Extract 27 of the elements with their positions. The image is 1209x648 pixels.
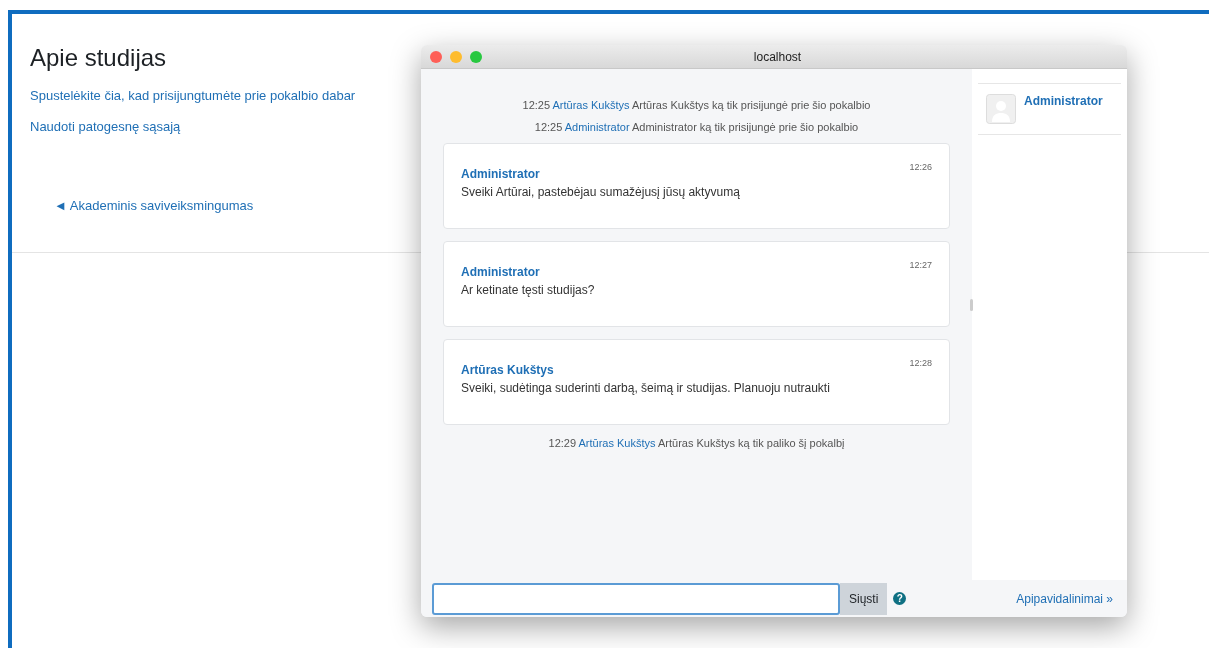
- message-time: 12:28: [909, 358, 932, 368]
- close-button[interactable]: [430, 50, 442, 63]
- themes-link[interactable]: Apipavidalinimai »: [1016, 591, 1113, 606]
- message-input[interactable]: [432, 582, 840, 615]
- system-message: 12:25 Artūras Kukštys Artūras Kukštys ką tik prisijungė prie šio pokalbio: [521, 99, 872, 111]
- user-name[interactable]: Administrator: [1024, 94, 1103, 108]
- message-time: 12:27: [909, 260, 932, 270]
- join-link[interactable]: Naudoti patogesnę sąsają: [30, 119, 181, 134]
- window-title: localhost: [753, 49, 802, 64]
- message-text: Ar ketinate tęsti studijas?: [461, 283, 596, 297]
- resize-handle[interactable]: [970, 299, 973, 311]
- system-message: 12:29 Artūras Kukštys Artūras Kukštys ką tik paliko šį pokalbį: [547, 437, 846, 449]
- help-icon[interactable]: ?: [893, 592, 907, 605]
- message-time: 12:26: [909, 162, 932, 172]
- avatar-icon: [986, 94, 1016, 124]
- message-text: Sveiki Artūrai, pastebėjau sumažėjusį jūsų aktyvumą: [461, 185, 741, 199]
- minimize-button[interactable]: [450, 50, 462, 63]
- join-link[interactable]: Spustelėkite čia, kad prisijungtumėte prie pokalbio dabar: [30, 88, 356, 103]
- maximize-button[interactable]: [470, 50, 482, 63]
- back-link[interactable]: ◄ Akademinis saviveiksmingumas: [54, 198, 254, 213]
- message-author[interactable]: Administrator: [461, 265, 540, 279]
- system-message: 12:25 Administrator Administrator ką tik prisijungė prie šio pokalbio: [533, 121, 860, 133]
- message-text: Sveiki, sudėtinga suderinti darbą, šeimą ir studijas. Planuoju nutraukti: [461, 381, 831, 395]
- send-button[interactable]: Siųsti: [840, 582, 888, 615]
- page-title: Apie studijas: [30, 44, 167, 72]
- message-author[interactable]: Artūras Kukštys: [461, 363, 554, 377]
- message-author[interactable]: Administrator: [461, 167, 540, 181]
